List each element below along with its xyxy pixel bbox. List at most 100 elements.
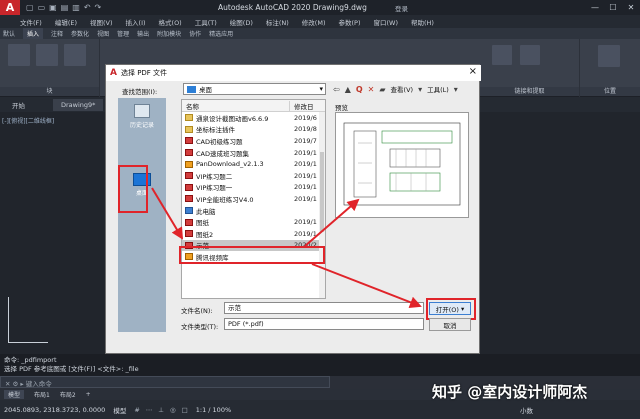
- annotation-scale[interactable]: 1:1 / 100%: [196, 406, 231, 414]
- undo-icon[interactable]: ↶: [84, 3, 91, 12]
- command-input[interactable]: ✕ ⚙ ▸ 键入命令: [0, 376, 330, 388]
- ucs-x-axis: [8, 342, 48, 343]
- tab-addins[interactable]: 附加模块: [157, 29, 181, 38]
- delete-icon[interactable]: ✕: [368, 85, 375, 94]
- cancel-button[interactable]: 取消: [429, 318, 471, 331]
- viewport-label[interactable]: [-][俯视][二维线框]: [2, 116, 54, 125]
- close-icon[interactable]: ✕: [622, 0, 640, 15]
- menu-modify[interactable]: 修改(M): [302, 17, 326, 27]
- file-row[interactable]: CAD速成班习题集 2019/1: [182, 147, 325, 159]
- tab-layout1[interactable]: 布局1: [34, 390, 50, 399]
- close-icon[interactable]: ×: [469, 66, 477, 77]
- tab-insert[interactable]: 插入: [23, 28, 44, 39]
- file-name-cell: 通泉设计截图动画v6.6.9: [182, 113, 290, 123]
- column-name[interactable]: 名称: [182, 100, 290, 111]
- highlight-selected-file: [179, 246, 325, 264]
- menu-draw[interactable]: 绘图(D): [230, 17, 253, 27]
- pdf-icon: [185, 149, 193, 157]
- view-menu[interactable]: 查看(V): [391, 84, 414, 94]
- file-row[interactable]: VIP练习题二 2019/1: [182, 170, 325, 182]
- tab-default[interactable]: 默认: [3, 29, 15, 38]
- menu-parametric[interactable]: 参数(P): [338, 17, 360, 27]
- edit-block-icon[interactable]: [64, 44, 86, 66]
- create-block-icon[interactable]: [36, 44, 58, 66]
- units-readout[interactable]: 小数: [520, 405, 533, 415]
- file-row[interactable]: VIP练习题一 2019/1: [182, 182, 325, 194]
- file-row[interactable]: 通泉设计截图动画v6.6.9 2019/6: [182, 112, 325, 124]
- menu-file[interactable]: 文件(F): [20, 17, 42, 27]
- file-row[interactable]: 图纸2 2019/1: [182, 228, 325, 240]
- tab-layout2[interactable]: 布局2: [60, 390, 76, 399]
- coordinates-readout[interactable]: 2045.0893, 2318.3723, 0.0000: [4, 406, 105, 414]
- file-name-cell: 此电脑: [182, 206, 290, 216]
- search-web-icon[interactable]: Q: [356, 85, 363, 94]
- file-name: CAD初级练习题: [196, 137, 243, 146]
- snap-icon[interactable]: ⋯: [146, 406, 153, 414]
- menu-window[interactable]: 窗口(W): [373, 17, 398, 27]
- status-toggles: # ⋯ ⊥ ◎ □: [134, 406, 187, 414]
- tools-menu[interactable]: 工具(L): [427, 84, 449, 94]
- file-row[interactable]: 坐标标注插件 2019/8: [182, 124, 325, 136]
- maximize-icon[interactable]: ☐: [604, 0, 622, 15]
- menu-insert[interactable]: 插入(I): [126, 17, 146, 27]
- open-icon[interactable]: ▭: [38, 3, 46, 12]
- chevron-down-icon[interactable]: ▾: [454, 85, 458, 94]
- file-row[interactable]: PanDownload_v2.1.3 2019/1: [182, 158, 325, 170]
- scrollbar-thumb[interactable]: [320, 152, 324, 232]
- tab-view[interactable]: 视图: [97, 29, 109, 38]
- autocad-a-icon: A: [110, 68, 117, 78]
- file-row[interactable]: VIP全能班练习V4.0 2019/1: [182, 193, 325, 205]
- filetype-select[interactable]: PDF (*.pdf): [224, 318, 424, 330]
- tab-annotate[interactable]: 注释: [51, 29, 63, 38]
- data-link-icon[interactable]: [492, 45, 512, 65]
- dialog-title: 选择 PDF 文件: [120, 69, 168, 77]
- add-layout-icon[interactable]: +: [86, 391, 91, 398]
- file-list[interactable]: 名称 修改日 通泉设计截图动画v6.6.9 2019/6 坐标标注插件 2019/8 C…: [181, 99, 326, 299]
- signin-link[interactable]: 登录: [395, 3, 408, 13]
- menu-dimension[interactable]: 标注(N): [266, 17, 289, 27]
- menu-view[interactable]: 视图(V): [90, 17, 113, 27]
- file-row[interactable]: 此电脑: [182, 205, 325, 217]
- autocad-logo-icon[interactable]: A: [0, 0, 20, 15]
- tab-drawing9[interactable]: Drawing9*: [53, 98, 104, 111]
- tab-collaborate[interactable]: 协作: [189, 29, 201, 38]
- select-pdf-dialog: A 选择 PDF 文件 × 查找范围(I): 桌面 ▾ ⇦ ▲ Q ✕ ▰ 查看…: [105, 64, 481, 354]
- menu-format[interactable]: 格式(O): [159, 17, 182, 27]
- polar-icon[interactable]: ◎: [170, 406, 176, 414]
- minimize-icon[interactable]: —: [586, 0, 604, 15]
- watermark-text: 知乎 @室内设计师阿杰: [432, 383, 588, 401]
- chevron-down-icon[interactable]: ▾: [319, 85, 323, 93]
- tab-start[interactable]: 开始: [4, 98, 33, 112]
- menu-help[interactable]: 帮助(H): [411, 17, 434, 27]
- tab-parametric[interactable]: 参数化: [71, 29, 89, 38]
- grid-icon[interactable]: #: [134, 406, 139, 414]
- redo-icon[interactable]: ↷: [95, 3, 102, 12]
- menu-tools[interactable]: 工具(T): [195, 17, 217, 27]
- filename-input[interactable]: 示范: [224, 302, 424, 314]
- chevron-down-icon[interactable]: ▾: [418, 85, 422, 94]
- saveas-icon[interactable]: ▤: [61, 3, 69, 12]
- new-folder-icon[interactable]: ▰: [379, 85, 385, 94]
- model-space-button[interactable]: 模型: [113, 405, 126, 415]
- save-icon[interactable]: ▣: [49, 3, 57, 12]
- ortho-icon[interactable]: ⊥: [158, 406, 164, 414]
- tab-featured-apps[interactable]: 精选应用: [209, 29, 233, 38]
- extract-data-icon[interactable]: [520, 45, 540, 65]
- place-history[interactable]: 历史记录: [118, 104, 166, 129]
- file-row[interactable]: CAD初级练习题 2019/7: [182, 135, 325, 147]
- scrollbar[interactable]: [319, 112, 325, 298]
- back-icon[interactable]: ⇦: [333, 85, 340, 94]
- file-row[interactable]: 图纸 2019/1: [182, 216, 325, 228]
- up-folder-icon[interactable]: ▲: [345, 85, 351, 94]
- tab-model[interactable]: 模型: [4, 390, 25, 399]
- insert-block-icon[interactable]: [8, 44, 30, 66]
- menu-edit[interactable]: 编辑(E): [55, 17, 77, 27]
- lookin-dropdown[interactable]: 桌面 ▾: [183, 83, 326, 95]
- new-icon[interactable]: ▢: [26, 3, 34, 12]
- column-date[interactable]: 修改日: [290, 101, 314, 111]
- osnap-icon[interactable]: □: [182, 406, 188, 414]
- print-icon[interactable]: ▥: [72, 3, 80, 12]
- tab-output[interactable]: 输出: [137, 29, 149, 38]
- set-location-icon[interactable]: [598, 45, 620, 67]
- tab-manage[interactable]: 管理: [117, 29, 129, 38]
